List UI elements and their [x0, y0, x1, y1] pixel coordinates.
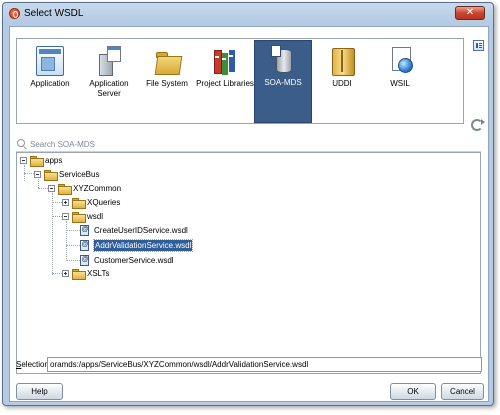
- title-bar[interactable]: Select WSDL ✕: [3, 3, 493, 25]
- tree-guide: [52, 193, 53, 275]
- source-soa-mds[interactable]: SOA-MDS: [254, 40, 312, 123]
- source-wsil[interactable]: WSIL: [371, 42, 429, 122]
- tree-node-label: CreateUserIDService.wsdl: [94, 226, 188, 235]
- folder-icon: [72, 269, 86, 280]
- tree-node-label: AddrValidationService.wsdl: [92, 239, 194, 252]
- wsdl-file-icon: [80, 240, 89, 251]
- dialog-content: Application Application Server File Syst…: [9, 26, 489, 402]
- expand-icon[interactable]: [62, 270, 69, 277]
- collapse-icon[interactable]: [62, 213, 69, 220]
- uddi-icon: [328, 46, 356, 76]
- folder-icon: [72, 212, 86, 223]
- help-button[interactable]: Help: [16, 383, 63, 400]
- close-button[interactable]: ✕: [455, 6, 485, 20]
- source-label: Application Server: [89, 79, 129, 98]
- folder-icon: [72, 198, 86, 209]
- source-label: WSIL: [390, 79, 410, 88]
- source-project-libraries[interactable]: Project Libraries: [196, 42, 254, 122]
- source-application-server[interactable]: Application Server: [80, 42, 138, 122]
- project-libraries-icon: [211, 46, 239, 76]
- tree-guide: [38, 179, 39, 188]
- tree-node-label: XQueries: [87, 198, 121, 207]
- tree-node-label: XSLTs: [87, 269, 110, 278]
- resource-tree[interactable]: apps ServiceBus XYZCommon XQueries wsdl: [16, 152, 481, 374]
- tree-node-label: CustomerService.wsdl: [94, 256, 174, 265]
- tree-guide: [66, 221, 67, 261]
- file-system-icon: [153, 46, 181, 76]
- search-icon: [17, 139, 25, 147]
- select-wsdl-dialog: Select WSDL ✕ Application Application Se…: [2, 2, 494, 406]
- search-input[interactable]: [30, 138, 470, 150]
- window-title: Select WSDL: [24, 8, 84, 19]
- folder-icon: [30, 156, 44, 167]
- folder-icon: [44, 170, 58, 181]
- tree-guide: [66, 230, 80, 231]
- collapse-icon[interactable]: [20, 157, 27, 164]
- details-toggle-icon[interactable]: [473, 40, 484, 51]
- tree-node-label: apps: [45, 156, 63, 165]
- source-label: SOA-MDS: [264, 78, 302, 87]
- collapse-icon[interactable]: [48, 185, 55, 192]
- tree-node-label: wsdl: [87, 212, 104, 221]
- folder-icon: [58, 184, 72, 195]
- soa-mds-icon: [269, 45, 297, 75]
- wsdl-file-icon: [80, 255, 89, 266]
- application-server-icon: [95, 46, 123, 76]
- source-selector: Application Application Server File Syst…: [16, 38, 464, 124]
- tree-guide: [66, 245, 80, 246]
- refresh-icon[interactable]: [471, 119, 485, 131]
- search-bar: [16, 138, 481, 152]
- source-label: Application: [30, 79, 70, 88]
- source-application[interactable]: Application: [21, 42, 79, 122]
- source-uddi[interactable]: UDDI: [313, 42, 371, 122]
- cancel-button[interactable]: Cancel: [441, 383, 484, 400]
- oracle-app-icon: [9, 8, 20, 19]
- expand-icon[interactable]: [62, 199, 69, 206]
- source-file-system[interactable]: File System: [138, 42, 196, 122]
- wsdl-file-icon: [80, 225, 89, 236]
- collapse-icon[interactable]: [34, 171, 41, 178]
- tree-node-label: ServiceBus: [59, 170, 100, 179]
- source-label: File System: [146, 79, 188, 88]
- selection-field[interactable]: [47, 357, 482, 372]
- source-label: Project Libraries: [196, 79, 254, 88]
- wsil-icon: [386, 46, 414, 76]
- application-icon: [36, 46, 64, 76]
- ok-button[interactable]: OK: [390, 383, 436, 400]
- tree-guide: [66, 260, 80, 261]
- selection-label: Selection:: [16, 360, 51, 370]
- tree-node-label: XYZCommon: [73, 184, 122, 193]
- source-label: UDDI: [332, 79, 352, 88]
